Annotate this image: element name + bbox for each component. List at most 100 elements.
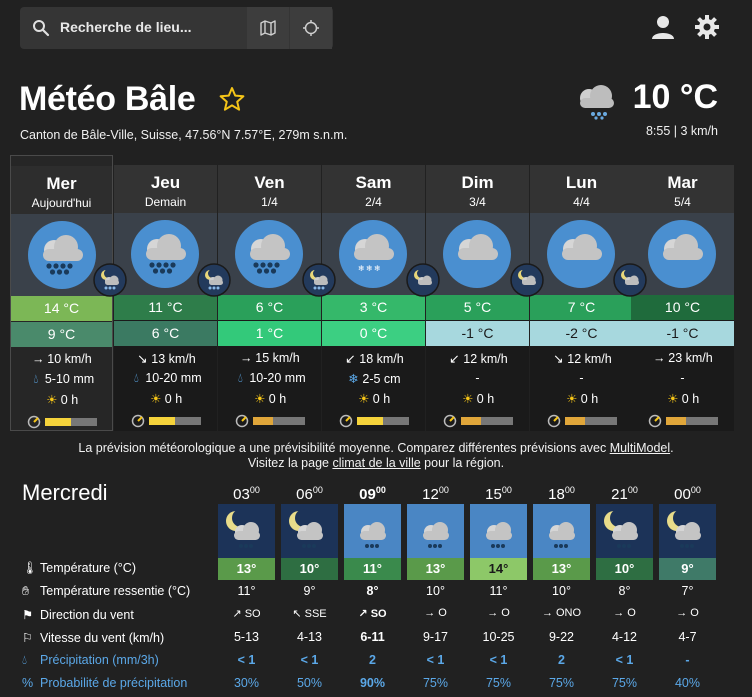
predictability-bar: [252, 416, 305, 425]
night-rain-cloud-icon: [281, 504, 338, 559]
hour-wind-speed: 4-12: [611, 630, 638, 644]
multimodel-link[interactable]: MultiModel: [610, 441, 670, 455]
sun-icon: ☀: [566, 392, 578, 406]
hour-precipitation: 2: [558, 653, 565, 667]
drop-icon: 💧︎: [22, 653, 28, 667]
crosshair-icon: [303, 20, 319, 36]
wind-arrow-icon: ↙: [449, 352, 460, 366]
day-name: Jeu: [150, 173, 181, 192]
hour-temperature: 10°: [281, 558, 338, 580]
hour-wind-speed: 9-17: [422, 630, 449, 644]
hour-probability: 75%: [485, 676, 512, 690]
temp-min: -2 °C: [530, 321, 633, 346]
hour-precipitation: < 1: [237, 653, 256, 667]
day-name: Dim: [461, 173, 494, 192]
climate-link[interactable]: climat de la ville: [332, 456, 420, 470]
predictability: [322, 413, 425, 431]
drop-icon: 💧︎: [133, 371, 139, 385]
sun-icon: ☀: [358, 392, 370, 406]
gear-icon[interactable]: [694, 14, 720, 40]
sun-icon: ☀: [462, 392, 474, 406]
temp-max: 6 °C: [218, 295, 321, 320]
rain-cloud-icon: [234, 219, 304, 294]
wind-arrow-icon: →: [32, 352, 45, 366]
day-column-mar[interactable]: Mar 5/4 10 °C -1 °C → 23 km/h - ☀ 0 h: [631, 165, 734, 431]
map-button[interactable]: [247, 7, 289, 49]
predictability-bar: [564, 416, 617, 425]
hour-probability: 50%: [296, 676, 323, 690]
thermometer-icon: 🌡︎: [22, 561, 38, 575]
day-column-sam[interactable]: Sam 2/4 ❄ ❄ ❄ 3 °C 0 °C ↙ 18 km/h ❄ 2-5 cm ☀ 0 h: [322, 165, 425, 431]
predictability-bar: [460, 416, 513, 425]
sun-icon: ☀: [667, 392, 679, 406]
day-date: 1/4: [261, 195, 278, 209]
row-label-precipitation: 💧︎ Précipitation (mm/3h): [22, 653, 159, 667]
hour-precipitation: < 1: [615, 653, 634, 667]
hour-probability: 40%: [674, 676, 701, 690]
hour-wind-speed: 4-7: [678, 630, 697, 644]
flag-icon: ⚐: [22, 631, 34, 645]
map-icon: [260, 20, 276, 36]
temp-max: 10 °C: [631, 295, 734, 320]
rain-cloud-icon: [470, 504, 527, 559]
row-label-temperature: 🌡︎ Température (°C): [22, 561, 136, 575]
temp-min: 6 °C: [114, 321, 217, 346]
day-date: 2/4: [365, 195, 382, 209]
day-name: Lun: [565, 173, 598, 192]
predictability-icon: [443, 414, 456, 427]
current-time-wind: 8:55 | 3 km/h: [645, 124, 718, 138]
predictability-icon: [339, 414, 352, 427]
wind-arrow-icon: ↙: [345, 352, 356, 366]
percent-icon: %: [22, 676, 34, 690]
hour-feels: 9°: [303, 584, 316, 598]
day-column-ven[interactable]: Ven 1/4 6 °C 1 °C → 15 km/h 💧︎ 10-20 mm ☀ 0 h: [218, 165, 321, 431]
predictability-bar: [665, 416, 718, 425]
hour-feels: 10°: [426, 584, 445, 598]
temp-min: 1 °C: [218, 321, 321, 346]
rain-cloud-icon: [344, 504, 401, 559]
day-date: 3/4: [469, 195, 486, 209]
wind: → 10 km/h: [32, 352, 92, 366]
day-header: Dim 3/4: [426, 165, 529, 213]
wind-arrow-icon: →: [424, 607, 436, 619]
rain-cloud-icon: [27, 220, 97, 295]
snowflake-icon: ❄: [348, 372, 359, 386]
search-input[interactable]: Recherche de lieu...: [60, 19, 192, 35]
location-subtitle: Canton de Bâle-Ville, Suisse, 47.56°N 7.…: [20, 128, 348, 142]
hour-precipitation: 2: [369, 653, 376, 667]
search-bar[interactable]: Recherche de lieu...: [20, 7, 333, 49]
predictability-bar: [356, 416, 409, 425]
rain-cloud-icon: [407, 504, 464, 559]
day-column-dim[interactable]: Dim 3/4 5 °C -1 °C ↙ 12 km/h - ☀ 0 h: [426, 165, 529, 431]
night-weather-icon: [510, 263, 544, 297]
sun-icon: ☀: [150, 392, 162, 406]
hour-feels: 11°: [489, 584, 508, 598]
wind-arrow-icon: →: [487, 607, 499, 619]
day-header: Mer Aujourd'hui: [11, 166, 112, 214]
predictability-bar: [44, 417, 97, 426]
drop-icon: 💧︎: [237, 371, 243, 385]
precipitation: 💧︎ 10-20 mm: [114, 371, 217, 389]
sunshine: ☀ 0 h: [667, 392, 700, 406]
day-column-jeu[interactable]: Jeu Demain 11 °C 6 °C ↘ 13 km/h 💧︎ 10-20 mm ☀ 0 h: [114, 165, 217, 431]
sun-icon: ☀: [46, 393, 58, 407]
temp-min: 0 °C: [322, 321, 425, 346]
hour-label: 1500: [485, 485, 512, 503]
temp-max: 7 °C: [530, 295, 633, 320]
hour-wind-direction: → O: [676, 607, 699, 619]
hour-probability: 75%: [548, 676, 575, 690]
hour-wind-speed: 5-13: [233, 630, 260, 644]
user-icon[interactable]: [650, 14, 676, 40]
precipitation: -: [579, 371, 584, 385]
day-column-lun[interactable]: Lun 4/4 7 °C -2 °C ↘ 12 km/h - ☀ 0 h: [530, 165, 633, 431]
hour-feels: 7°: [681, 584, 694, 598]
night-rain-cloud-icon: [218, 504, 275, 559]
favorite-star-icon[interactable]: [219, 86, 245, 112]
forecast-notice: La prévision météorologique a une prévis…: [78, 441, 674, 470]
locate-button[interactable]: [290, 7, 332, 49]
night-weather-icon: [302, 263, 336, 297]
hour-feels: 10°: [552, 584, 571, 598]
hour-temperature: 9°: [659, 558, 716, 580]
predictability-icon: [131, 414, 144, 427]
day-header: Sam 2/4: [322, 165, 425, 213]
